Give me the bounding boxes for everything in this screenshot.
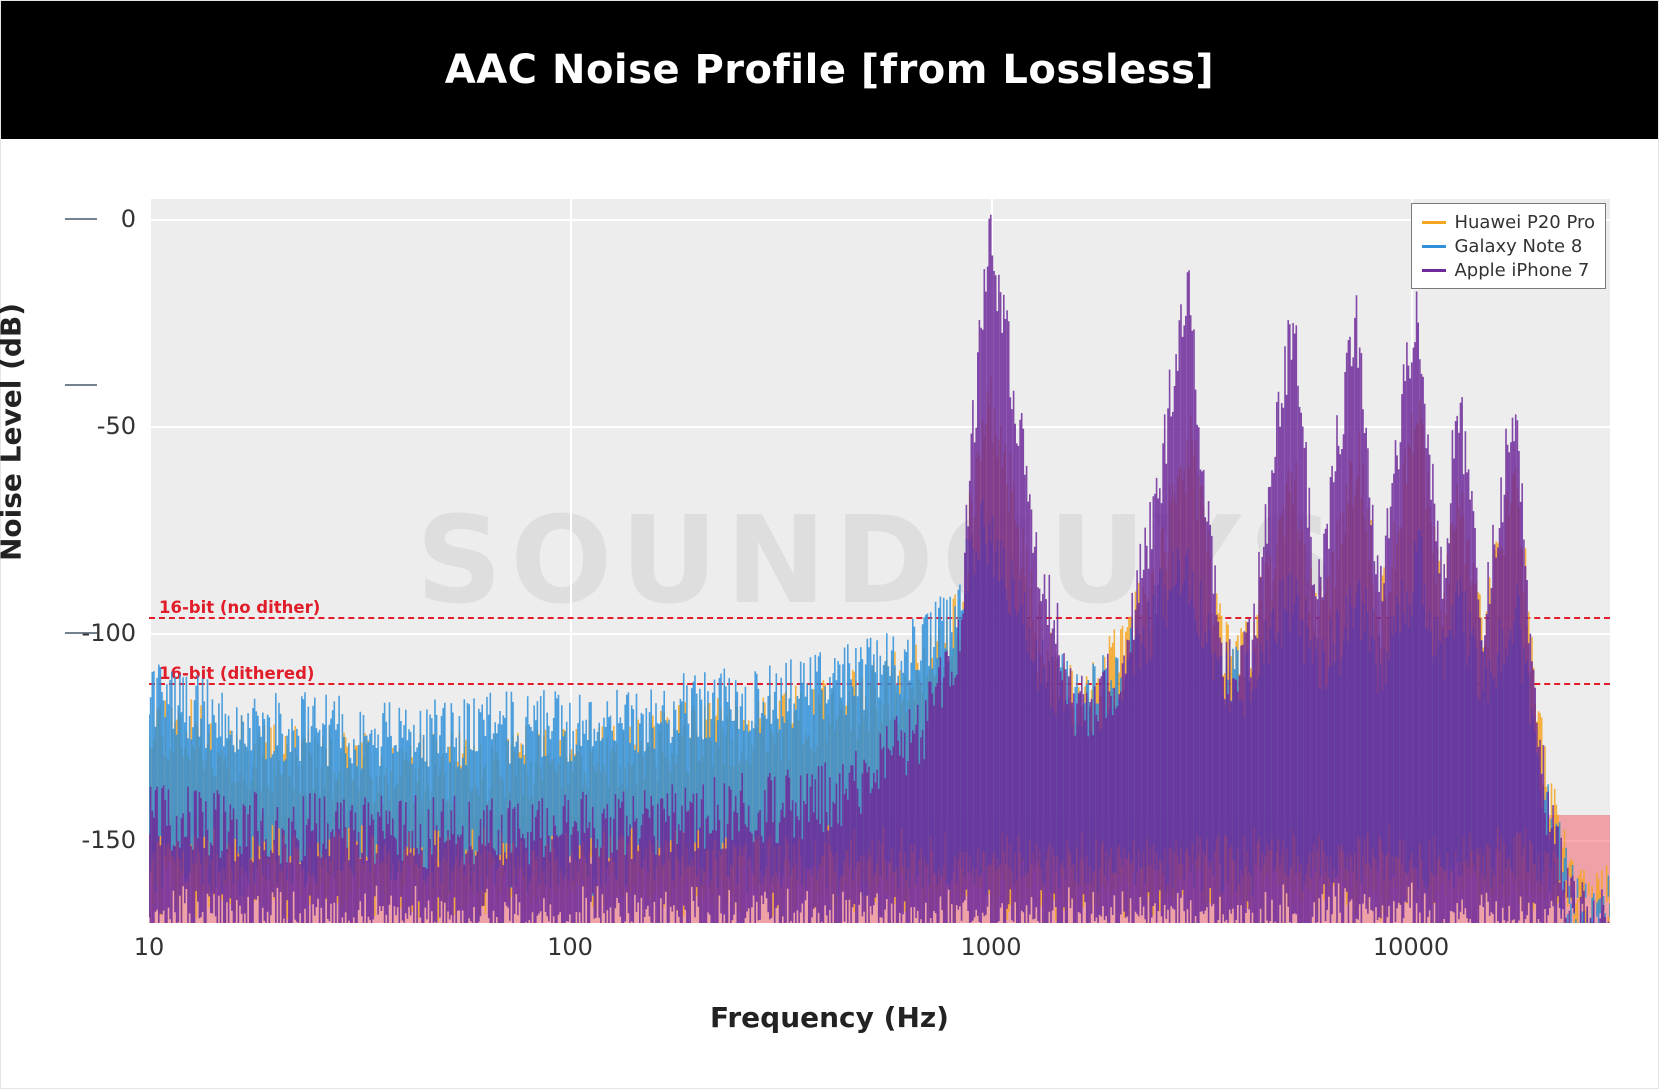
chart-plot-area: SOUNDGUYS 24-bit 16-bit (no dither) 16-b… (149, 199, 1610, 923)
ref-label-16bit-no-dither: 16-bit (no dither) (155, 598, 320, 617)
y-axis-label: Noise Level (dB) (0, 303, 28, 561)
shaded-band-24bit (149, 815, 1610, 923)
legend-swatch-galaxy (1422, 245, 1446, 248)
ref-line-16bit-no-dither (149, 617, 1610, 619)
y-indicator (65, 384, 97, 386)
x-tick-label: 10 (134, 933, 165, 961)
legend-item: Apple iPhone 7 (1422, 258, 1595, 282)
series-galaxy (149, 498, 1610, 923)
grid-line (149, 840, 1610, 842)
grid-line (149, 633, 1610, 635)
legend-swatch-huawei (1422, 221, 1446, 224)
spectrum-svg (149, 199, 1610, 923)
ref-line-16bit-dithered (149, 683, 1610, 685)
grid-line (149, 219, 1610, 221)
legend-label: Huawei P20 Pro (1454, 212, 1595, 233)
grid-line (1411, 199, 1413, 923)
watermark: SOUNDGUYS (149, 199, 1610, 923)
ref-label-24bit: 24-bit (155, 819, 205, 837)
grid-line (991, 199, 993, 923)
y-tick-label: 0 (56, 205, 136, 233)
legend-item: Huawei P20 Pro (1422, 210, 1595, 234)
legend-swatch-iphone (1422, 269, 1446, 272)
x-tick-label: 100 (547, 933, 593, 961)
x-axis-label: Frequency (Hz) (1, 1001, 1658, 1034)
legend-label: Apple iPhone 7 (1454, 260, 1589, 281)
legend-label: Galaxy Note 8 (1454, 236, 1582, 257)
grid-line (149, 426, 1610, 428)
y-tick-label: -150 (56, 826, 136, 854)
ref-label-16bit-dithered: 16-bit (dithered) (155, 664, 314, 683)
x-tick-label: 1000 (960, 933, 1021, 961)
chart-title: AAC Noise Profile [from Lossless] (445, 47, 1214, 93)
series-iphone (149, 215, 1610, 923)
watermark-text: SOUNDGUYS (416, 492, 1343, 631)
page-root: AAC Noise Profile [from Lossless] 0 -50 … (0, 0, 1659, 1089)
y-tick-label: -50 (56, 412, 136, 440)
legend-item: Galaxy Note 8 (1422, 234, 1595, 258)
y-tick-label: -100 (56, 619, 136, 647)
x-tick-label: 10000 (1373, 933, 1449, 961)
title-bar: AAC Noise Profile [from Lossless] (1, 1, 1658, 139)
grid-line (570, 199, 572, 923)
grid-line (149, 199, 151, 923)
legend-box: Huawei P20 Pro Galaxy Note 8 Apple iPhon… (1411, 203, 1606, 289)
